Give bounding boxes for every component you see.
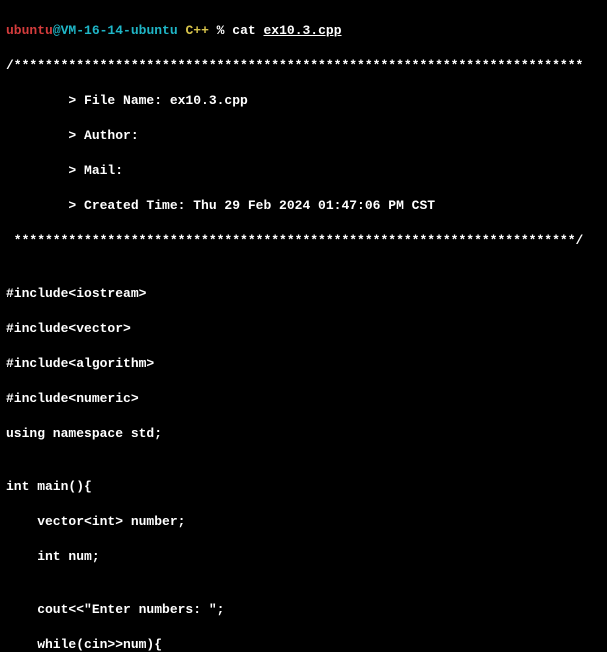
prompt-sep: % — [209, 23, 232, 38]
prompt-arg: ex10.3.cpp — [264, 23, 342, 38]
code-line: using namespace std; — [6, 425, 601, 443]
prompt-cmd: cat — [232, 23, 263, 38]
code-line: #include<iostream> — [6, 285, 601, 303]
code-line: cout<<"Enter numbers: "; — [6, 601, 601, 619]
prompt-at: @ — [53, 23, 61, 38]
code-line: int num; — [6, 548, 601, 566]
prompt-user: ubuntu — [6, 23, 53, 38]
comment-author: > Author: — [6, 127, 601, 145]
prompt-dir: C++ — [185, 23, 208, 38]
code-line: vector<int> number; — [6, 513, 601, 531]
comment-created: > Created Time: Thu 29 Feb 2024 01:47:06… — [6, 197, 601, 215]
code-line: while(cin>>num){ — [6, 636, 601, 652]
code-line: #include<vector> — [6, 320, 601, 338]
prompt-host: VM-16-14-ubuntu — [61, 23, 178, 38]
code-line: #include<algorithm> — [6, 355, 601, 373]
terminal[interactable]: ubuntu@VM-16-14-ubuntu C++ % cat ex10.3.… — [0, 0, 607, 652]
comment-bottom: ****************************************… — [6, 232, 601, 250]
prompt-line-1: ubuntu@VM-16-14-ubuntu C++ % cat ex10.3.… — [6, 22, 601, 40]
code-line: int main(){ — [6, 478, 601, 496]
comment-file: > File Name: ex10.3.cpp — [6, 92, 601, 110]
comment-top: /***************************************… — [6, 57, 601, 75]
comment-mail: > Mail: — [6, 162, 601, 180]
code-line: #include<numeric> — [6, 390, 601, 408]
